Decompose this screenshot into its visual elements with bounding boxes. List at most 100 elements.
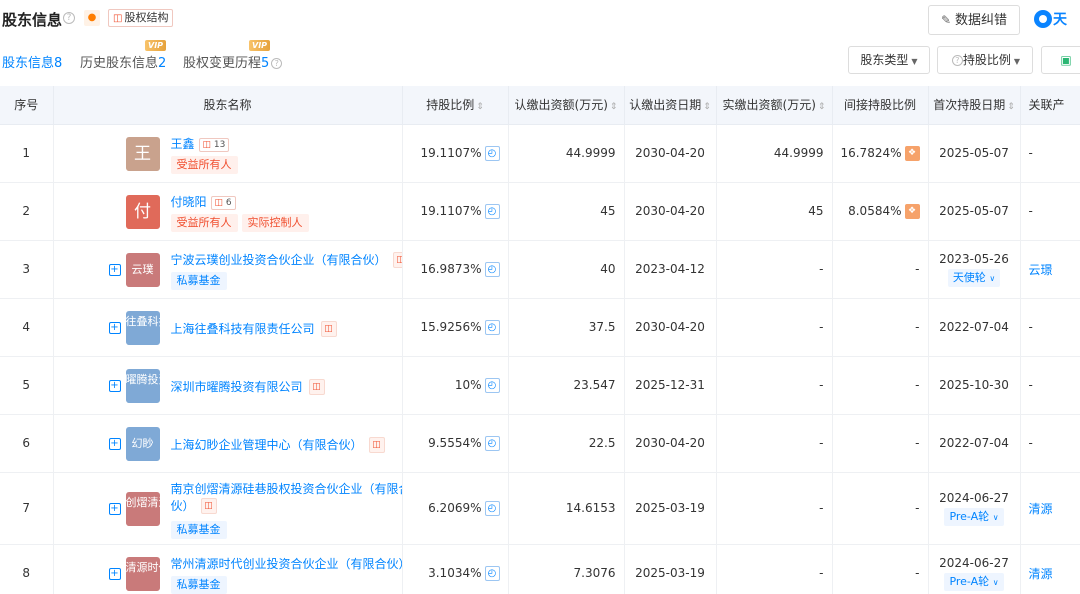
avatar[interactable]: 幻眇 <box>125 426 160 461</box>
shareholder-name-link[interactable]: 付晓阳 ◫ 6 <box>171 193 236 210</box>
sub-date-cell: 2025-03-19 <box>624 544 717 594</box>
expand-icon[interactable]: + <box>108 437 121 450</box>
col-header-first-date[interactable]: 首次持股日期 ⇕ <box>928 86 1021 125</box>
shareholder-name-link[interactable]: 南京创熠清源硅巷股权投资合伙企业（有限合伙） ◫ <box>171 481 401 515</box>
expand-icon[interactable]: + <box>108 263 121 276</box>
first-date: 2022-07-04 <box>939 320 1009 334</box>
help-icon[interactable]: ? <box>63 12 75 24</box>
expand-icon[interactable]: + <box>108 567 121 580</box>
financing-round-badge[interactable]: 天使轮 ∨ <box>947 268 1001 287</box>
shareholder-name-link[interactable]: 王鑫 ◫ 13 <box>171 135 230 152</box>
row-index: 4 <box>0 298 54 357</box>
shareholder-tag[interactable]: 实际控制人 <box>241 213 309 232</box>
avatar[interactable]: 往叠科技 <box>125 310 170 345</box>
shareholder-tag[interactable]: 私募基金 <box>170 575 227 594</box>
shareholder-name-link[interactable]: 上海往叠科技有限责任公司 ◫ <box>171 320 337 337</box>
avatar[interactable]: 创熠清源 <box>125 491 170 526</box>
avatar[interactable]: 曜腾投资 <box>125 368 170 403</box>
brand-logo-icon[interactable] <box>1034 10 1052 28</box>
pie-chart-icon[interactable]: ◴ <box>484 319 500 335</box>
related-product-cell[interactable]: 清源 <box>1020 544 1080 594</box>
equity-structure-icon[interactable]: ◫ <box>320 321 337 337</box>
shareholder-tag[interactable]: 私募基金 <box>170 520 227 539</box>
related-product-cell[interactable]: 云璟 <box>1020 240 1080 299</box>
pie-chart-icon[interactable]: ◴ <box>484 435 500 451</box>
tab-history-shareholders[interactable]: 历史股东信息2 <box>80 52 166 71</box>
equity-structure-link[interactable]: ◫ 股权结构 <box>108 9 174 27</box>
pie-chart-icon[interactable]: ◴ <box>484 565 500 581</box>
col-header-sub-date[interactable]: 认缴出资日期 ⇕ <box>624 86 717 125</box>
row-index: 2 <box>0 182 54 241</box>
shareholder-tag[interactable]: 私募基金 <box>170 271 227 290</box>
first-date-cell: 2023-05-26 天使轮 ∨ <box>928 240 1021 299</box>
avatar[interactable]: 清源时代 <box>125 556 170 591</box>
tab-equity-changes[interactable]: 股权变更历程5? <box>183 52 283 71</box>
org-chart-icon: ◫ <box>113 13 123 24</box>
shareholder-name-link[interactable]: 深圳市曜腾投资有限公司 ◫ <box>171 378 325 395</box>
row-index: 8 <box>0 544 54 594</box>
help-icon[interactable]: ? <box>271 58 283 69</box>
table-row[interactable]: 6 + 幻眇 上海幻眇企业管理中心（有限合伙） ◫ 9.5554% ◴ 22.5 2030-04… <box>0 414 1080 473</box>
shareholder-cell: 付付晓阳 ◫ 6 受益所有人 实际控制人 <box>53 182 403 241</box>
avatar[interactable]: 王 <box>125 136 160 171</box>
sort-icon: ⇕ <box>703 102 711 113</box>
first-date: 2022-07-04 <box>939 436 1009 450</box>
sort-icon: ⇕ <box>609 102 618 113</box>
shareholder-tag[interactable]: 受益所有人 <box>170 155 238 174</box>
equity-structure-icon[interactable]: ◫ <box>200 498 217 514</box>
avatar[interactable]: 云璞 <box>125 252 160 287</box>
brand-logo-text: 天 <box>1053 12 1067 28</box>
holder-type-filter[interactable]: 股东类型 ▼ <box>848 46 930 74</box>
subscribed-cell: 7.3076 <box>508 544 625 594</box>
sub-date-cell: 2030-04-20 <box>624 124 717 183</box>
penetration-icon[interactable]: ❖ <box>904 145 920 161</box>
table-row[interactable]: 5 + 曜腾投资 深圳市曜腾投资有限公司 ◫ 10% ◴ 23.547 2025-12-31- -… <box>0 356 1080 415</box>
subscribed-cell: 23.547 <box>508 356 625 415</box>
table-row[interactable]: 1 王王鑫 ◫ 13 受益所有人 19.1107% ◴ 44.9999 2030-04-20 4… <box>0 124 1080 183</box>
equity-structure-icon[interactable]: ◫ <box>392 252 401 268</box>
shareholder-name-link[interactable]: 上海幻眇企业管理中心（有限合伙） ◫ <box>171 436 385 453</box>
sub-date-cell: 2030-04-20 <box>624 182 717 241</box>
related-product-cell: - <box>1020 298 1080 357</box>
shareholder-tag[interactable]: 受益所有人 <box>170 213 238 232</box>
bell-icon[interactable]: ● <box>84 10 100 26</box>
pie-chart-icon[interactable]: ◴ <box>484 261 500 277</box>
relation-count-badge[interactable]: ◫ 13 <box>198 137 230 152</box>
expand-icon[interactable]: + <box>108 321 121 334</box>
shareholder-name-link[interactable]: 常州清源时代创业投资合伙企业（有限合伙）◫ <box>171 555 402 573</box>
equity-structure-icon[interactable]: ◫ <box>368 437 385 453</box>
financing-round-badge[interactable]: Pre-A轮 ∨ <box>944 572 1004 591</box>
indirect-cell: 16.7824% ❖ <box>832 124 929 183</box>
table-row[interactable]: 4 + 往叠科技 上海往叠科技有限责任公司 ◫ 15.9256% ◴ 37.5 2030-04-… <box>0 298 1080 357</box>
subscribed-cell: 14.6153 <box>508 472 625 545</box>
pie-chart-icon[interactable]: ◴ <box>484 203 500 219</box>
table-row[interactable]: 8 + 清源时代常州清源时代创业投资合伙企业（有限合伙）◫ 私募基金 3.1034%◴7… <box>0 544 1080 594</box>
relation-count-badge[interactable]: ◫ 6 <box>210 195 236 210</box>
col-header-subscribed[interactable]: 认缴出资额(万元) ⇕ <box>508 86 625 125</box>
data-correction-button[interactable]: ✎ 数据纠错 <box>928 5 1020 35</box>
row-index: 7 <box>0 472 54 545</box>
paid-cell: - <box>716 414 833 473</box>
col-header-paid[interactable]: 实缴出资额(万元) ⇕ <box>716 86 833 125</box>
avatar[interactable]: 付 <box>125 194 160 229</box>
pie-chart-icon[interactable]: ◴ <box>484 500 500 516</box>
penetration-icon[interactable]: ❖ <box>904 203 920 219</box>
holding-ratio-filter[interactable]: ? 持股比例 ▼ <box>937 46 1033 74</box>
related-product-cell[interactable]: 清源 <box>1020 472 1080 545</box>
financing-round-badge[interactable]: Pre-A轮 ∨ <box>944 507 1004 526</box>
expand-icon[interactable]: + <box>108 502 121 515</box>
expand-icon[interactable]: + <box>108 379 121 392</box>
table-row[interactable]: 2 付付晓阳 ◫ 6 受益所有人 实际控制人 19.1107% ◴ 45 2030-04-20 4… <box>0 182 1080 241</box>
table-row[interactable]: 3+云璞宁波云璞创业投资合伙企业（有限合伙）◫私募基金16.9873%◴4020… <box>0 240 1080 299</box>
table-row[interactable]: 7 + 创熠清源 南京创熠清源硅巷股权投资合伙企业（有限合伙） ◫ 私募基金 6.2069%… <box>0 472 1080 545</box>
sort-icon: ⇕ <box>476 102 484 113</box>
col-header-ratio[interactable]: 持股比例 ⇕ <box>402 86 509 125</box>
shareholder-name-link[interactable]: 宁波云璞创业投资合伙企业（有限合伙）◫ <box>171 251 401 268</box>
paid-cell: - <box>716 356 833 415</box>
tab-shareholders[interactable]: 股东信息8 <box>2 52 62 71</box>
equity-structure-icon[interactable]: ◫ <box>308 379 325 395</box>
pie-chart-icon[interactable]: ◴ <box>484 145 500 161</box>
ratio-cell: 15.9256% ◴ <box>402 298 509 357</box>
pie-chart-icon[interactable]: ◴ <box>484 377 500 393</box>
export-button[interactable]: ▣ <box>1041 46 1080 74</box>
